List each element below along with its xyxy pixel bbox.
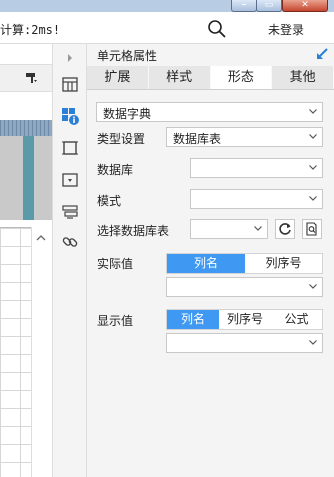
pin-arrow-icon[interactable] xyxy=(315,47,329,61)
property-rail xyxy=(52,44,87,477)
close-button[interactable]: ✕ xyxy=(282,0,328,12)
dropdown-widget-icon xyxy=(62,173,78,187)
condition-attribute-icon xyxy=(62,205,78,219)
selected-column-highlight xyxy=(23,136,34,220)
chevron-down-icon xyxy=(254,226,262,231)
tab-form[interactable]: 形态 xyxy=(210,66,273,89)
display-value-label: 显示值 xyxy=(97,314,134,328)
type-setting-select[interactable]: 数据库表 xyxy=(166,127,323,147)
preview-table-button[interactable] xyxy=(302,219,322,239)
rail-cell-element-button[interactable] xyxy=(58,72,82,96)
scroll-up-icon[interactable] xyxy=(34,232,48,244)
login-link[interactable]: 未登录 xyxy=(268,21,304,38)
display-value-toggle: 列名 列序号 公式 xyxy=(166,309,323,330)
chevron-right-icon xyxy=(68,54,72,62)
tab-other[interactable]: 其他 xyxy=(272,66,334,89)
maximize-button[interactable]: ▭ xyxy=(256,0,282,12)
canvas-toolbar xyxy=(0,64,52,92)
search-icon[interactable] xyxy=(207,19,227,39)
table-select-label: 选择数据库表 xyxy=(97,224,170,238)
chevron-down-icon xyxy=(309,284,317,289)
top-toolbar: 计算:2ms! 未登录 xyxy=(0,12,334,44)
window-titlebar: – ▭ ✕ xyxy=(0,0,334,12)
close-icon: ✕ xyxy=(301,0,309,10)
vertical-scrollbar[interactable] xyxy=(31,227,52,477)
border-icon xyxy=(62,141,78,155)
display-value-option-column-name[interactable]: 列名 xyxy=(167,310,219,329)
actual-value-label: 实际值 xyxy=(97,257,134,271)
cell-info-icon xyxy=(62,108,79,125)
panel-tabs: 扩展 样式 形态 其他 xyxy=(87,66,334,90)
column-ruler xyxy=(0,120,52,136)
report-canvas xyxy=(0,44,52,477)
rail-border-button[interactable] xyxy=(58,136,82,160)
panel-title: 单元格属性 xyxy=(97,49,158,63)
tab-expand[interactable]: 扩展 xyxy=(87,66,149,89)
table-select[interactable] xyxy=(190,219,268,239)
actual-value-option-column-index[interactable]: 列序号 xyxy=(245,254,322,273)
dictionary-type-select[interactable]: 数据字典 xyxy=(96,102,323,122)
calc-status-text: 计算:2ms! xyxy=(0,23,61,37)
type-setting-value: 数据库表 xyxy=(173,132,222,146)
link-icon xyxy=(62,237,78,247)
database-select[interactable] xyxy=(190,158,323,178)
document-search-icon xyxy=(306,222,317,236)
schema-label: 模式 xyxy=(97,194,122,208)
chevron-down-icon xyxy=(309,134,317,139)
display-value-option-column-index[interactable]: 列序号 xyxy=(219,310,271,329)
type-setting-label: 类型设置 xyxy=(97,132,146,146)
refresh-button[interactable] xyxy=(275,219,295,239)
rail-widget-button[interactable] xyxy=(58,168,82,192)
display-value-option-formula[interactable]: 公式 xyxy=(271,310,322,329)
chevron-down-icon xyxy=(309,165,317,170)
maximize-icon: ▭ xyxy=(264,0,274,10)
chevron-down-icon xyxy=(309,109,317,114)
minimize-icon: – xyxy=(241,0,247,10)
actual-value-toggle: 列名 列序号 xyxy=(166,253,323,274)
format-painter-icon[interactable] xyxy=(24,71,38,85)
rail-hyperlink-button[interactable] xyxy=(58,230,82,254)
actual-value-option-column-name[interactable]: 列名 xyxy=(167,254,245,273)
display-value-select[interactable] xyxy=(166,333,323,353)
database-label: 数据库 xyxy=(97,163,134,177)
rail-cell-attributes-button[interactable] xyxy=(58,104,82,128)
cell-properties-panel: 单元格属性 扩展 样式 形态 其他 数据字典 类型设置 数据库表 数据库 模式 … xyxy=(87,44,334,477)
refresh-icon xyxy=(279,223,291,235)
minimize-button[interactable]: – xyxy=(231,0,257,12)
chevron-down-icon xyxy=(309,340,317,345)
schema-select[interactable] xyxy=(190,189,323,209)
actual-value-select[interactable] xyxy=(166,277,323,297)
table-layout-icon xyxy=(62,77,78,92)
dictionary-type-value: 数据字典 xyxy=(103,107,152,121)
collapse-arrow-button[interactable] xyxy=(58,46,82,70)
rail-condition-button[interactable] xyxy=(58,200,82,224)
tab-style[interactable]: 样式 xyxy=(148,66,211,89)
chevron-down-icon xyxy=(309,196,317,201)
